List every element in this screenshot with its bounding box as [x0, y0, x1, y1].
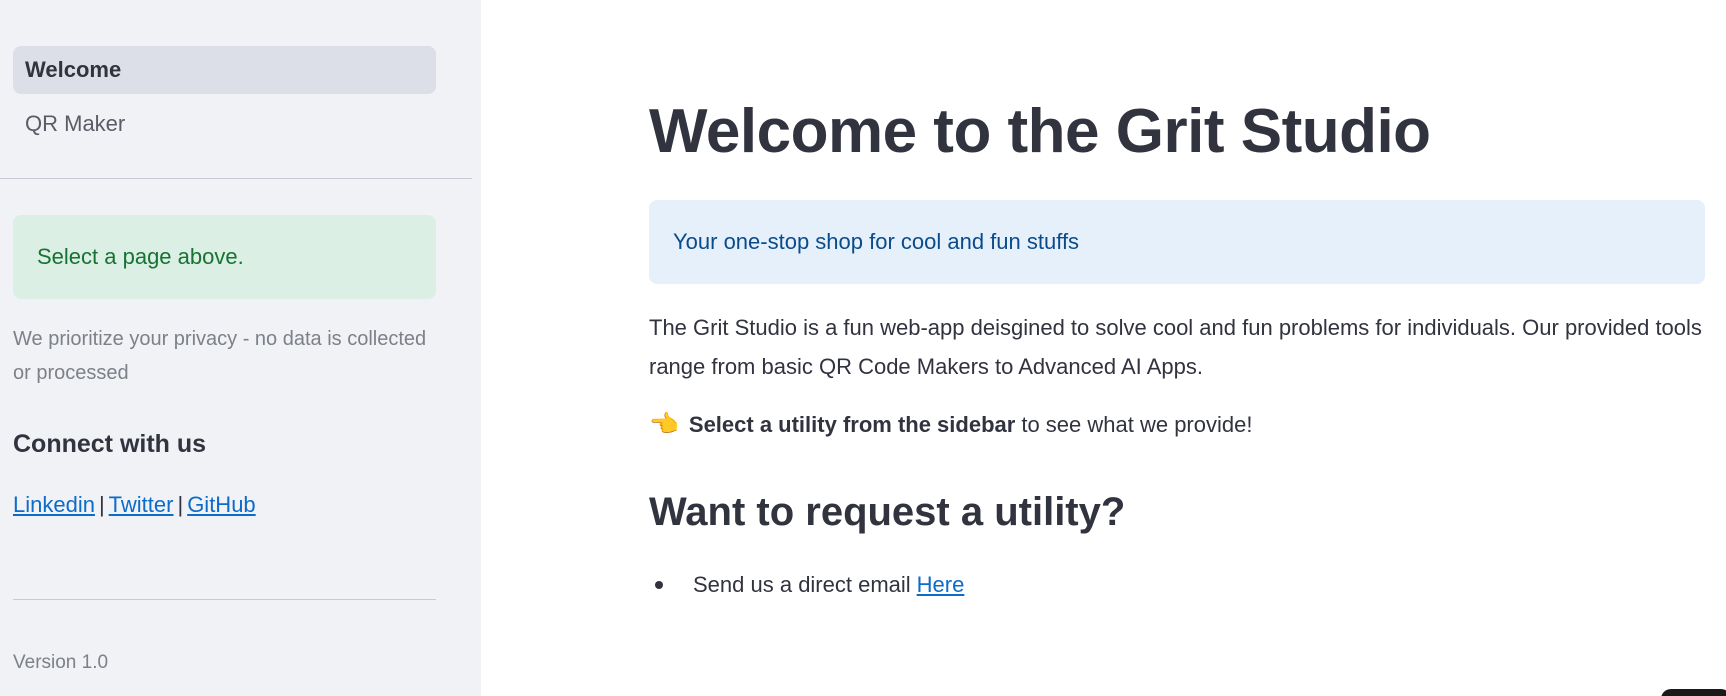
link-separator: | [98, 492, 105, 517]
email-link[interactable]: Here [917, 572, 965, 598]
twitter-link[interactable]: Twitter [109, 492, 174, 517]
call-to-action: 👈 Select a utility from the sidebar to s… [649, 410, 1252, 439]
social-links: Linkedin | Twitter | GitHub [13, 492, 256, 518]
privacy-note: We prioritize your privacy - no data is … [13, 328, 427, 384]
info-alert-text: Your one-stop shop for cool and fun stuf… [673, 229, 1080, 254]
success-alert: Select a page above. [13, 215, 436, 299]
info-alert: Your one-stop shop for cool and fun stuf… [649, 200, 1705, 284]
sidebar-divider-bottom [13, 599, 436, 600]
request-heading: Want to request a utility? [649, 490, 1126, 534]
sidebar-divider [0, 178, 472, 179]
page-title: Welcome to the Grit Studio [649, 97, 1431, 166]
cta-bold-text: Select a utility from the sidebar [688, 411, 1016, 437]
github-link[interactable]: GitHub [187, 492, 255, 517]
sidebar-item-label: QR Maker [25, 111, 126, 136]
sidebar-item-welcome[interactable]: Welcome [13, 46, 436, 94]
bullet-text: Send us a direct email [693, 572, 911, 597]
connect-heading: Connect with us [13, 430, 207, 458]
bullet-icon [655, 581, 663, 589]
linkedin-link[interactable]: Linkedin [13, 492, 95, 517]
status-widget[interactable] [1661, 689, 1726, 696]
cta-text: to see what we provide! [1021, 411, 1253, 437]
list-item: Send us a direct email Here [649, 572, 964, 598]
sidebar-item-label: Welcome [25, 57, 122, 82]
sidebar-item-qr-maker[interactable]: QR Maker [13, 100, 436, 148]
sidebar: Welcome QR Maker Select a page above. We… [0, 0, 481, 696]
link-separator: | [177, 492, 184, 517]
version-label: Version 1.0 [13, 652, 109, 673]
pointing-hand-icon: 👈 [649, 411, 679, 438]
description: The Grit Studio is a fun web-app deisgin… [649, 315, 1702, 379]
success-alert-text: Select a page above. [37, 244, 244, 269]
